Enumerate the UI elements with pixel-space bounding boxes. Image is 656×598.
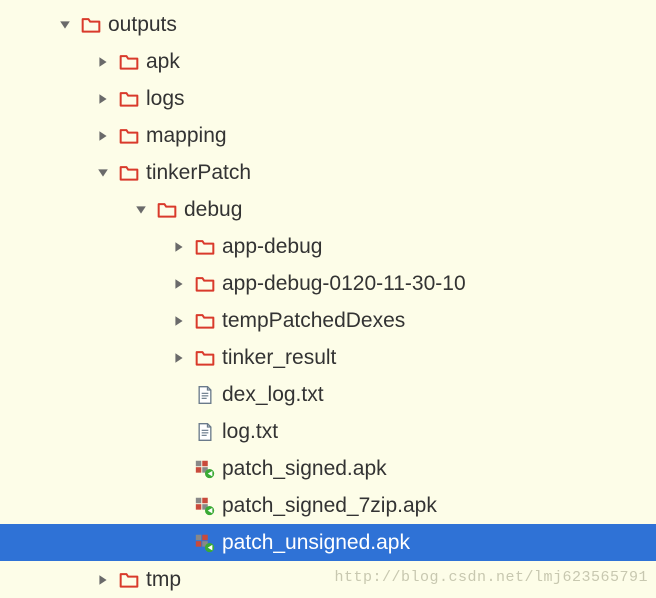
folder-icon: [118, 125, 140, 147]
tree-item-label: logs: [146, 88, 185, 109]
chevron-right-icon[interactable]: [94, 53, 112, 71]
tree-row[interactable]: app-debug-0120-11-30-10: [0, 265, 656, 302]
folder-icon: [118, 569, 140, 591]
tree-row[interactable]: tinker_result: [0, 339, 656, 376]
tree-row[interactable]: patch_signed.apk: [0, 450, 656, 487]
tree-item-label: patch_signed.apk: [222, 458, 387, 479]
tree-item-label: outputs: [108, 14, 177, 35]
folder-icon: [118, 88, 140, 110]
tree-item-label: tmp: [146, 569, 181, 590]
tree-item-label: tinkerPatch: [146, 162, 251, 183]
folder-icon: [80, 14, 102, 36]
tree-row[interactable]: outputs: [0, 6, 656, 43]
chevron-right-icon[interactable]: [94, 90, 112, 108]
watermark-text: http://blog.csdn.net/lmj623565791: [334, 569, 648, 586]
tree-row[interactable]: tinkerPatch: [0, 154, 656, 191]
chevron-down-icon[interactable]: [132, 201, 150, 219]
chevron-right-icon[interactable]: [170, 238, 188, 256]
tree-item-label: patch_unsigned.apk: [222, 532, 410, 553]
chevron-right-icon[interactable]: [94, 571, 112, 589]
tree-row[interactable]: patch_signed_7zip.apk: [0, 487, 656, 524]
tree-item-label: patch_signed_7zip.apk: [222, 495, 437, 516]
chevron-right-icon[interactable]: [170, 349, 188, 367]
tree-item-label: app-debug: [222, 236, 322, 257]
folder-icon: [194, 273, 216, 295]
tree-item-label: tinker_result: [222, 347, 336, 368]
folder-icon: [194, 347, 216, 369]
tree-row[interactable]: log.txt: [0, 413, 656, 450]
tree-row[interactable]: apk: [0, 43, 656, 80]
tree-row[interactable]: dex_log.txt: [0, 376, 656, 413]
folder-icon: [194, 310, 216, 332]
tree-item-label: app-debug-0120-11-30-10: [222, 273, 466, 294]
apk-file-icon: [194, 532, 216, 554]
tree-row[interactable]: app-debug: [0, 228, 656, 265]
chevron-right-icon[interactable]: [170, 275, 188, 293]
tree-item-label: log.txt: [222, 421, 278, 442]
tree-row[interactable]: debug: [0, 191, 656, 228]
apk-file-icon: [194, 458, 216, 480]
tree-row[interactable]: patch_unsigned.apk: [0, 524, 656, 561]
file-tree: outputs apk logs mapping tinkerPatch debug app…: [0, 0, 656, 598]
tree-row[interactable]: tempPatchedDexes: [0, 302, 656, 339]
chevron-down-icon[interactable]: [56, 16, 74, 34]
folder-icon: [118, 162, 140, 184]
text-file-icon: [194, 384, 216, 406]
tree-item-label: apk: [146, 51, 180, 72]
text-file-icon: [194, 421, 216, 443]
tree-item-label: dex_log.txt: [222, 384, 324, 405]
chevron-right-icon[interactable]: [170, 312, 188, 330]
tree-row[interactable]: mapping: [0, 117, 656, 154]
tree-row[interactable]: logs: [0, 80, 656, 117]
chevron-right-icon[interactable]: [94, 127, 112, 145]
tree-item-label: debug: [184, 199, 242, 220]
tree-item-label: mapping: [146, 125, 227, 146]
folder-icon: [194, 236, 216, 258]
apk-file-icon: [194, 495, 216, 517]
chevron-down-icon[interactable]: [94, 164, 112, 182]
folder-icon: [118, 51, 140, 73]
folder-icon: [156, 199, 178, 221]
tree-item-label: tempPatchedDexes: [222, 310, 405, 331]
